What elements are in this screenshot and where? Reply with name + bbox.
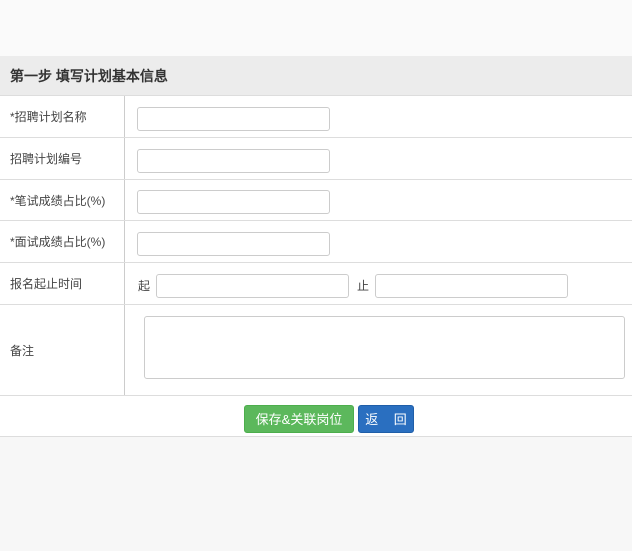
form-row-plan-number: 招聘计划编号 xyxy=(0,138,632,180)
interview-ratio-input[interactable] xyxy=(137,232,330,256)
form-row-interview-ratio: *面试成绩占比(%) xyxy=(0,221,632,263)
remark-textarea[interactable] xyxy=(144,316,625,379)
top-blank-area xyxy=(0,0,632,56)
plan-name-input[interactable] xyxy=(137,107,330,131)
field-label: 备注 xyxy=(0,305,125,395)
form-row-written-ratio: *笔试成绩占比(%) xyxy=(0,180,632,221)
field-label: 招聘计划编号 xyxy=(0,138,125,179)
start-label: 起 xyxy=(138,279,151,293)
end-label: 止 xyxy=(357,279,370,293)
field-label: *招聘计划名称 xyxy=(0,96,125,137)
field-label: *笔试成绩占比(%) xyxy=(0,180,125,220)
start-date-input[interactable] xyxy=(156,274,349,298)
section-title: 第一步 填写计划基本信息 xyxy=(0,56,632,96)
back-button[interactable]: 返 回 xyxy=(358,405,414,433)
plan-form: *招聘计划名称 招聘计划编号 *笔试成绩占比(%) *面试成绩占比(%) 报名起… xyxy=(0,96,632,396)
field-label: *面试成绩占比(%) xyxy=(0,221,125,262)
button-bar: 保存&关联岗位 返 回 xyxy=(0,396,632,437)
field-label: 报名起止时间 xyxy=(0,263,125,304)
form-row-remark: 备注 xyxy=(0,305,632,396)
end-date-input[interactable] xyxy=(375,274,568,298)
written-ratio-input[interactable] xyxy=(137,190,330,214)
form-row-plan-name: *招聘计划名称 xyxy=(0,96,632,138)
form-row-date-range: 报名起止时间 起 止 xyxy=(0,263,632,305)
save-link-positions-button[interactable]: 保存&关联岗位 xyxy=(244,405,354,433)
plan-number-input[interactable] xyxy=(137,149,330,173)
